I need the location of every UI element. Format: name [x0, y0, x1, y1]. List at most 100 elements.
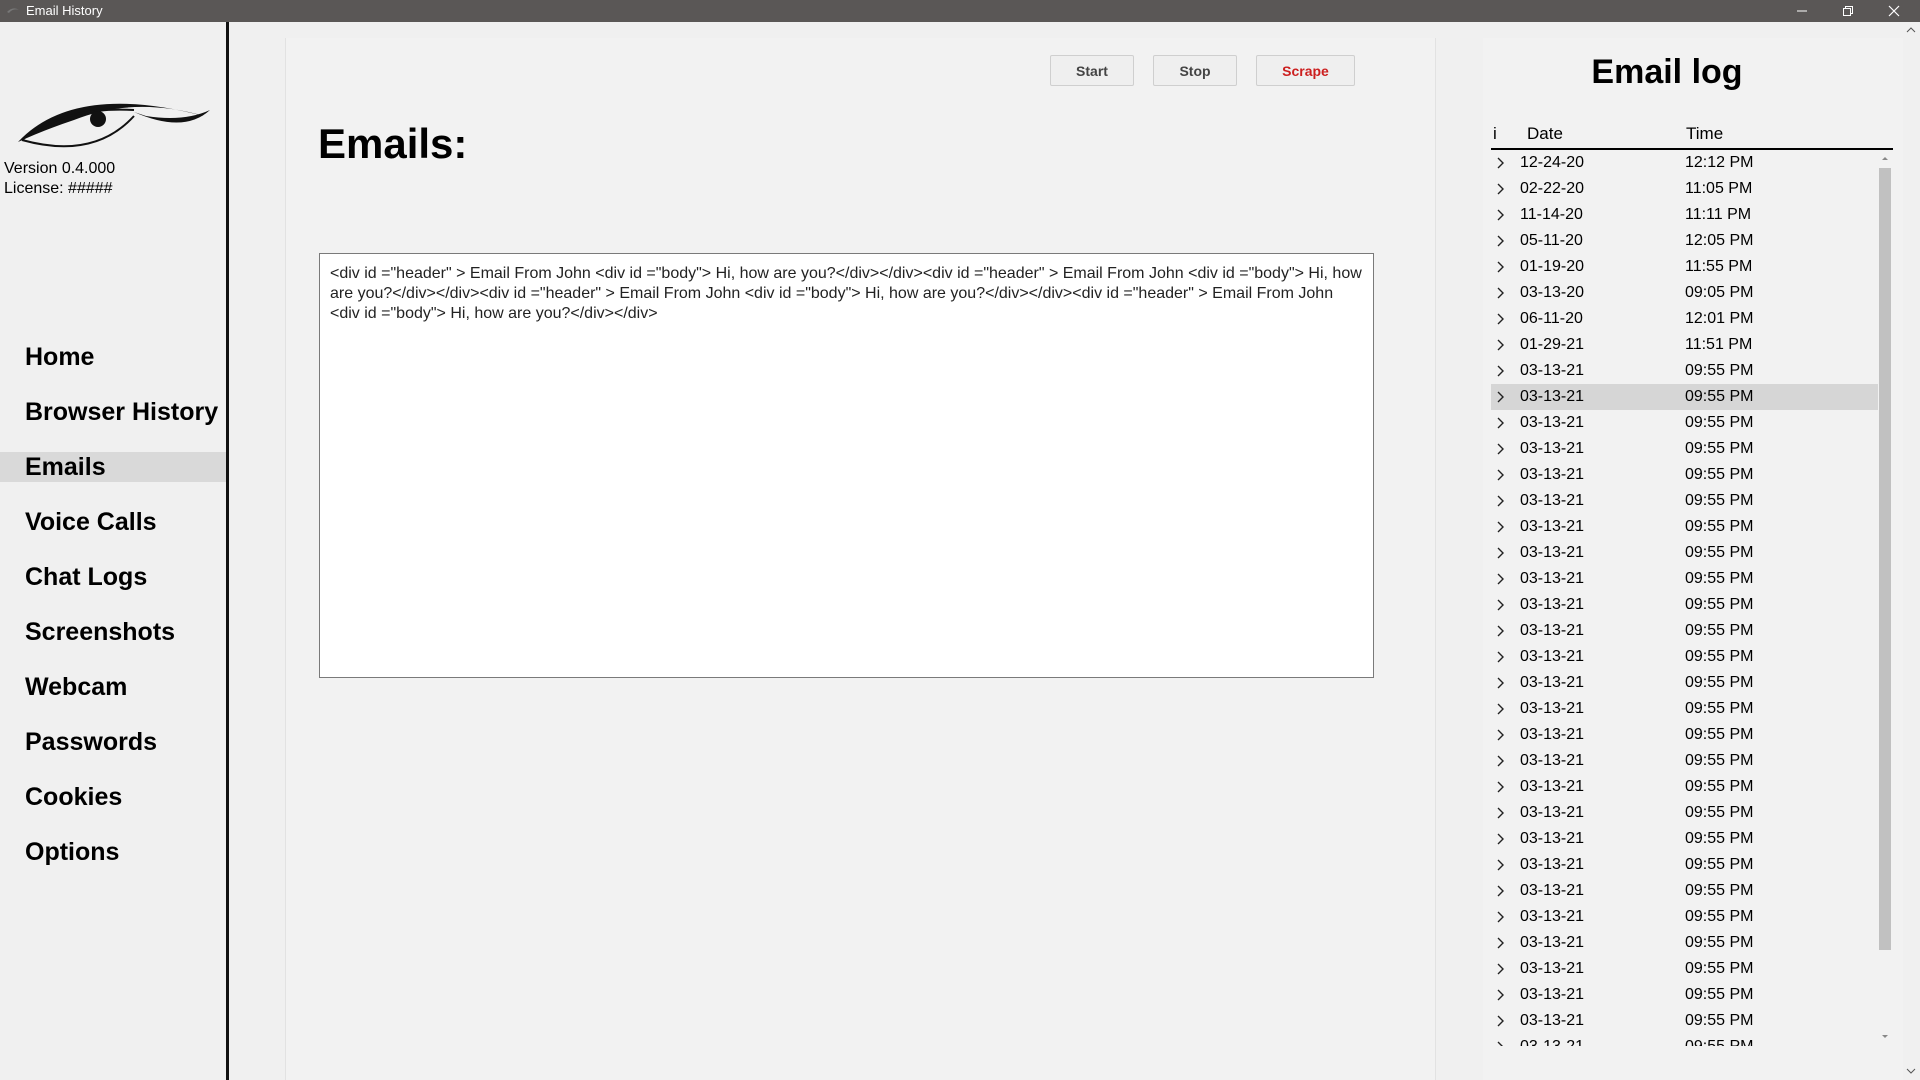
- log-row[interactable]: 03-13-21 09:55 PM: [1491, 592, 1878, 618]
- log-row[interactable]: 03-13-21 09:55 PM: [1491, 722, 1878, 748]
- chevron-right-icon[interactable]: [1493, 390, 1507, 404]
- chevron-right-icon[interactable]: [1493, 858, 1507, 872]
- chevron-right-icon[interactable]: [1493, 1040, 1507, 1046]
- chevron-right-icon[interactable]: [1493, 962, 1507, 976]
- log-row[interactable]: 12-24-20 12:12 PM: [1491, 150, 1878, 176]
- log-row[interactable]: 06-11-20 12:01 PM: [1491, 306, 1878, 332]
- log-row[interactable]: 03-13-21 09:55 PM: [1491, 1034, 1878, 1046]
- chevron-right-icon[interactable]: [1493, 676, 1507, 690]
- log-row[interactable]: 03-13-21 09:55 PM: [1491, 566, 1878, 592]
- log-row[interactable]: 03-13-21 09:55 PM: [1491, 384, 1878, 410]
- log-row[interactable]: 03-13-21 09:55 PM: [1491, 982, 1878, 1008]
- log-row[interactable]: 03-13-21 09:55 PM: [1491, 618, 1878, 644]
- nav-item-browser-history[interactable]: Browser History: [0, 385, 226, 440]
- log-row[interactable]: 03-13-21 09:55 PM: [1491, 826, 1878, 852]
- nav-item-passwords[interactable]: Passwords: [0, 715, 226, 770]
- log-row[interactable]: 03-13-21 09:55 PM: [1491, 904, 1878, 930]
- log-row[interactable]: 05-11-20 12:05 PM: [1491, 228, 1878, 254]
- log-row[interactable]: 03-13-21 09:55 PM: [1491, 540, 1878, 566]
- chevron-right-icon[interactable]: [1493, 624, 1507, 638]
- email-log-list[interactable]: 12-24-20 12:12 PM 02-22-20 11:05 PM 11-14-20…: [1491, 150, 1878, 1046]
- chevron-right-icon[interactable]: [1493, 754, 1507, 768]
- log-time: 09:55 PM: [1685, 882, 1754, 899]
- chevron-right-icon[interactable]: [1493, 286, 1507, 300]
- log-date: 12-24-20: [1520, 154, 1585, 171]
- chevron-right-icon[interactable]: [1493, 806, 1507, 820]
- scrape-button[interactable]: Scrape: [1256, 55, 1355, 86]
- restore-button[interactable]: [1826, 0, 1870, 22]
- chevron-right-icon[interactable]: [1493, 884, 1507, 898]
- close-button[interactable]: [1872, 0, 1916, 22]
- email-log-header: i Date Time: [1491, 122, 1893, 150]
- minimize-button[interactable]: [1780, 0, 1824, 22]
- email-content-box[interactable]: <div id ="header" > Email From John <div…: [319, 253, 1374, 678]
- chevron-right-icon[interactable]: [1493, 650, 1507, 664]
- log-row[interactable]: 11-14-20 11:11 PM: [1491, 202, 1878, 228]
- column-header-date[interactable]: Date: [1527, 124, 1563, 144]
- chevron-right-icon[interactable]: [1493, 780, 1507, 794]
- log-row[interactable]: 03-13-21 09:55 PM: [1491, 930, 1878, 956]
- log-row[interactable]: 03-13-21 09:55 PM: [1491, 696, 1878, 722]
- log-scrollbar-thumb[interactable]: [1879, 168, 1891, 950]
- chevron-right-icon[interactable]: [1493, 468, 1507, 482]
- log-row[interactable]: 03-13-21 09:55 PM: [1491, 436, 1878, 462]
- chevron-right-icon[interactable]: [1493, 182, 1507, 196]
- chevron-right-icon[interactable]: [1493, 208, 1507, 222]
- log-row[interactable]: 02-22-20 11:05 PM: [1491, 176, 1878, 202]
- log-row[interactable]: 03-13-21 09:55 PM: [1491, 800, 1878, 826]
- chevron-right-icon[interactable]: [1493, 598, 1507, 612]
- stop-button[interactable]: Stop: [1153, 55, 1237, 86]
- log-row[interactable]: 03-13-21 09:55 PM: [1491, 410, 1878, 436]
- chevron-right-icon[interactable]: [1493, 234, 1507, 248]
- chevron-right-icon[interactable]: [1493, 442, 1507, 456]
- log-row[interactable]: 03-13-21 09:55 PM: [1491, 644, 1878, 670]
- log-row[interactable]: 03-13-21 09:55 PM: [1491, 748, 1878, 774]
- nav-item-voice-calls[interactable]: Voice Calls: [0, 495, 226, 550]
- nav-item-emails[interactable]: Emails: [0, 452, 226, 482]
- log-row[interactable]: 03-13-21 09:55 PM: [1491, 956, 1878, 982]
- nav-item-screenshots[interactable]: Screenshots: [0, 605, 226, 660]
- log-time: 11:55 PM: [1685, 258, 1753, 275]
- log-row[interactable]: 03-13-21 09:55 PM: [1491, 878, 1878, 904]
- chevron-right-icon[interactable]: [1493, 546, 1507, 560]
- log-row[interactable]: 01-29-21 11:51 PM: [1491, 332, 1878, 358]
- column-header-i[interactable]: i: [1493, 124, 1497, 144]
- log-row[interactable]: 03-13-21 09:55 PM: [1491, 852, 1878, 878]
- chevron-right-icon[interactable]: [1493, 936, 1507, 950]
- chevron-right-icon[interactable]: [1493, 416, 1507, 430]
- chevron-right-icon[interactable]: [1493, 520, 1507, 534]
- log-row[interactable]: 03-13-20 09:05 PM: [1491, 280, 1878, 306]
- log-row[interactable]: 03-13-21 09:55 PM: [1491, 488, 1878, 514]
- log-time: 09:55 PM: [1685, 596, 1754, 613]
- chevron-right-icon[interactable]: [1493, 572, 1507, 586]
- chevron-right-icon[interactable]: [1493, 728, 1507, 742]
- log-row[interactable]: 03-13-21 09:55 PM: [1491, 774, 1878, 800]
- log-row[interactable]: 03-13-21 09:55 PM: [1491, 670, 1878, 696]
- start-button[interactable]: Start: [1050, 55, 1134, 86]
- nav-item-cookies[interactable]: Cookies: [0, 770, 226, 825]
- log-row[interactable]: 01-19-20 11:55 PM: [1491, 254, 1878, 280]
- chevron-right-icon[interactable]: [1493, 832, 1507, 846]
- chevron-right-icon[interactable]: [1493, 260, 1507, 274]
- nav-item-home[interactable]: Home: [0, 330, 226, 385]
- chevron-right-icon[interactable]: [1493, 988, 1507, 1002]
- log-row[interactable]: 03-13-21 09:55 PM: [1491, 514, 1878, 540]
- chevron-right-icon[interactable]: [1493, 1014, 1507, 1028]
- nav-item-options[interactable]: Options: [0, 825, 226, 880]
- log-row[interactable]: 03-13-21 09:55 PM: [1491, 358, 1878, 384]
- chevron-right-icon[interactable]: [1493, 364, 1507, 378]
- chevron-right-icon[interactable]: [1493, 702, 1507, 716]
- log-date: 06-11-20: [1520, 310, 1583, 327]
- chevron-right-icon[interactable]: [1493, 312, 1507, 326]
- log-row[interactable]: 03-13-21 09:55 PM: [1491, 1008, 1878, 1034]
- chevron-right-icon[interactable]: [1493, 156, 1507, 170]
- nav-item-chat-logs[interactable]: Chat Logs: [0, 550, 226, 605]
- chevron-right-icon[interactable]: [1493, 494, 1507, 508]
- chevron-right-icon[interactable]: [1493, 338, 1507, 352]
- nav-item-webcam[interactable]: Webcam: [0, 660, 226, 715]
- app-icon: [7, 8, 19, 13]
- column-header-time[interactable]: Time: [1686, 124, 1723, 144]
- chevron-right-icon[interactable]: [1493, 910, 1507, 924]
- log-row[interactable]: 03-13-21 09:55 PM: [1491, 462, 1878, 488]
- window-scrollbar[interactable]: [1902, 22, 1920, 1080]
